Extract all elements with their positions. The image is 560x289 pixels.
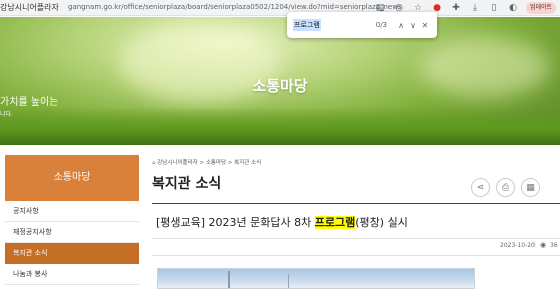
find-count: 0/3 [375, 21, 387, 29]
url-text[interactable]: gangnam.go.kr/office/seniorplaza/board/s… [68, 3, 402, 11]
page-title: 복지관 소식 [152, 176, 222, 192]
sidebar-item-welfare-news[interactable]: 복지관 소식 [5, 243, 139, 264]
sidebar-title: 소통마당 [5, 155, 139, 201]
hero-subtext: 니다. [0, 111, 13, 118]
chevron-up-icon[interactable]: ∧ [395, 21, 407, 30]
sidebar: 소통마당 공지사항 재정공지사항 복지관 소식 나눔과 봉사 [5, 155, 139, 285]
hero-banner: 소통마당 가치를 높이는 니다. [0, 17, 560, 145]
title-divider [152, 203, 560, 204]
breadcrumb: ⌂ 강남시니어플라자 > 소통마당 > 복지관 소식 [152, 158, 261, 166]
page: 강남시니어플라자 gangnam.go.kr/office/seniorplaz… [0, 0, 560, 289]
chevron-down-icon[interactable]: ∨ [407, 21, 419, 30]
page-tools: ⋖ ⎙ ▦ [471, 178, 540, 197]
download-icon[interactable]: ⤓ [469, 2, 481, 14]
meta-divider [152, 238, 560, 239]
site-identity: 강남시니어플라자 [0, 3, 59, 12]
sidebar-icon[interactable]: ▯ [488, 2, 500, 14]
view-count: 36 [550, 242, 558, 249]
extension-puzzle-icon[interactable]: ✚ [450, 2, 462, 14]
post-date: 2023-10-20 [500, 242, 535, 249]
home-icon[interactable]: ⌂ [152, 160, 156, 166]
profile-update-button[interactable]: 업데이트 [526, 2, 556, 14]
meta-divider [152, 255, 560, 256]
banner-grass [0, 107, 560, 145]
eye-icon: ◉ [540, 241, 547, 249]
find-highlight: 프로그램 [314, 216, 356, 229]
sidebar-item-volunteer[interactable]: 나눔과 봉사 [5, 264, 139, 285]
hero-slogan: 가치를 높이는 [0, 97, 59, 108]
find-input[interactable]: 프로그램 [293, 19, 321, 31]
print-icon[interactable]: ⎙ [496, 178, 515, 197]
post-meta: 2023-10-20 | ◉ 36 [152, 241, 560, 251]
post-title-suffix: (평창) 실시 [355, 216, 408, 229]
sidebar-item-notice[interactable]: 공지사항 [5, 201, 139, 222]
meta-separator: | [534, 241, 537, 248]
image-detail [288, 274, 289, 288]
find-bar: 프로그램 0/3 ∧ ∨ ✕ [287, 12, 437, 38]
close-icon[interactable]: ✕ [419, 21, 431, 30]
share-icon[interactable]: ⋖ [471, 178, 490, 197]
avatar[interactable]: ◐ [507, 2, 519, 14]
post-title: [평생교육] 2023년 문화답사 8차 프로그램(평창) 실시 [156, 214, 408, 230]
qr-code-icon[interactable]: ▦ [521, 178, 540, 197]
hero-title: 소통마당 [252, 77, 308, 95]
breadcrumb-text: 강남시니어플라자 > 소통마당 > 복지관 소식 [157, 160, 262, 166]
image-detail [228, 271, 230, 288]
post-title-prefix: [평생교육] 2023년 문화답사 8차 [156, 216, 315, 229]
browser-toolbar: 강남시니어플라자 gangnam.go.kr/office/seniorplaz… [0, 0, 560, 16]
post-image [157, 268, 475, 289]
sidebar-item-finance-notice[interactable]: 재정공지사항 [5, 222, 139, 243]
